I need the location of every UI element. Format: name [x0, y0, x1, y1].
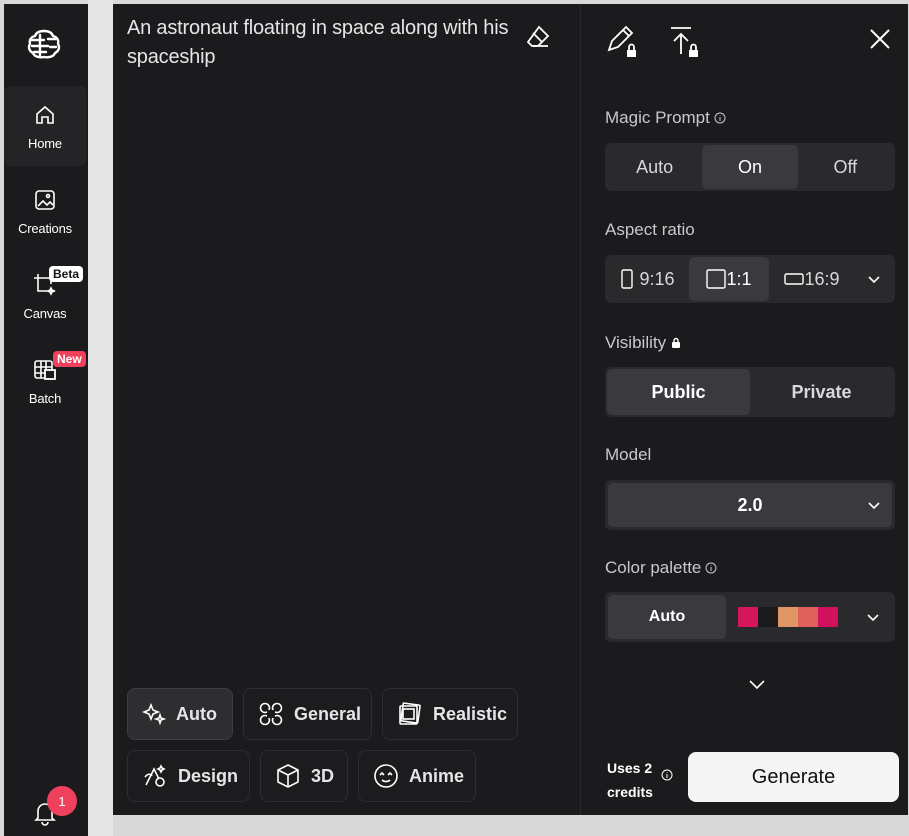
- notification-count-badge: 1: [47, 786, 77, 816]
- portrait-icon: [621, 269, 634, 289]
- palette-swatch: [798, 607, 818, 627]
- square-icon: [706, 269, 727, 289]
- lock-icon: [672, 337, 681, 348]
- magic-prompt-toggle: Auto On Off: [605, 143, 895, 191]
- credits-text: Uses 2 credits: [607, 760, 653, 800]
- palette-swatches[interactable]: [738, 607, 838, 627]
- aspect-more-dropdown[interactable]: [855, 257, 893, 301]
- home-icon: [32, 102, 58, 128]
- magic-prompt-off[interactable]: Off: [798, 145, 893, 189]
- visibility-label: Visibility: [605, 333, 682, 353]
- info-icon[interactable]: [705, 562, 717, 574]
- palette-auto-button[interactable]: Auto: [608, 595, 726, 639]
- sidebar-item-label: Canvas: [23, 305, 67, 321]
- style-anime-button[interactable]: Anime: [358, 750, 476, 802]
- chevron-down-icon: [868, 276, 880, 284]
- color-palette-label: Color palette: [605, 558, 717, 578]
- edit-locked-icon[interactable]: [605, 24, 641, 60]
- palette-swatch: [758, 607, 778, 627]
- palette-swatch: [818, 607, 838, 627]
- cube-icon: [277, 764, 299, 788]
- beta-badge: Beta: [49, 266, 84, 282]
- model-value: 2.0: [737, 494, 763, 515]
- style-label: 3D: [311, 765, 335, 786]
- magic-prompt-auto[interactable]: Auto: [607, 145, 702, 189]
- magic-prompt-on[interactable]: On: [702, 145, 798, 189]
- aspect-9-16[interactable]: 9:16: [607, 257, 689, 301]
- palette-swatch: [778, 607, 798, 627]
- color-palette-selector: Auto: [605, 592, 895, 642]
- visibility-public[interactable]: Public: [607, 369, 750, 415]
- new-badge: New: [53, 351, 86, 367]
- divider: [88, 0, 113, 836]
- chevron-down-icon[interactable]: [865, 609, 881, 625]
- style-3d-button[interactable]: 3D: [260, 750, 348, 802]
- palette-swatch: [738, 607, 758, 627]
- eraser-icon[interactable]: [525, 24, 555, 54]
- anime-icon: [374, 764, 398, 788]
- aspect-ratio-label: Aspect ratio: [605, 220, 695, 239]
- model-label: Model: [605, 445, 652, 464]
- sparkles-icon: [142, 702, 166, 726]
- sidebar-item-label: Home: [28, 135, 62, 151]
- landscape-icon: [784, 273, 805, 285]
- chevron-down-icon: [868, 502, 880, 510]
- settings-panel: Magic Prompt Auto On Off Aspect ratio 9:…: [580, 4, 908, 815]
- close-icon[interactable]: [867, 26, 897, 56]
- sidebar: Home Creations Canvas Batch Beta New 1: [4, 4, 88, 836]
- sidebar-item-creations[interactable]: Creations: [4, 171, 86, 251]
- visibility-private[interactable]: Private: [750, 369, 893, 415]
- aspect-ratio-selector: 9:16 1:1 16:9: [605, 255, 895, 303]
- sidebar-item-label: Creations: [18, 220, 72, 236]
- expand-more-icon[interactable]: [747, 674, 767, 694]
- photos-icon: [399, 702, 421, 725]
- magic-prompt-label: Magic Prompt: [605, 108, 726, 128]
- generate-button[interactable]: Generate: [688, 752, 899, 802]
- style-label: Auto: [176, 703, 217, 724]
- style-general-button[interactable]: General: [243, 688, 372, 740]
- style-label: Design: [178, 765, 239, 786]
- style-design-button[interactable]: Design: [127, 750, 250, 802]
- info-icon[interactable]: [661, 769, 673, 781]
- sidebar-item-label: Batch: [28, 390, 62, 406]
- style-auto-button[interactable]: Auto: [127, 688, 233, 740]
- brain-logo-icon[interactable]: [25, 24, 65, 64]
- model-select[interactable]: 2.0: [605, 480, 895, 530]
- style-label: General: [294, 703, 362, 724]
- visibility-toggle: Public Private: [605, 367, 895, 417]
- upload-locked-icon[interactable]: [667, 24, 703, 60]
- general-icon: [259, 702, 283, 726]
- aspect-16-9[interactable]: 16:9: [769, 257, 855, 301]
- info-icon[interactable]: [714, 112, 726, 124]
- image-icon: [32, 187, 58, 213]
- prompt-area: An astronaut floating in space along wit…: [113, 4, 580, 815]
- style-label: Realistic: [433, 703, 508, 724]
- prompt-textarea[interactable]: An astronaut floating in space along wit…: [127, 14, 517, 72]
- design-icon: [144, 764, 166, 787]
- style-realistic-button[interactable]: Realistic: [382, 688, 518, 740]
- aspect-1-1[interactable]: 1:1: [689, 257, 769, 301]
- style-label: Anime: [409, 765, 465, 786]
- sidebar-item-home[interactable]: Home: [4, 86, 86, 166]
